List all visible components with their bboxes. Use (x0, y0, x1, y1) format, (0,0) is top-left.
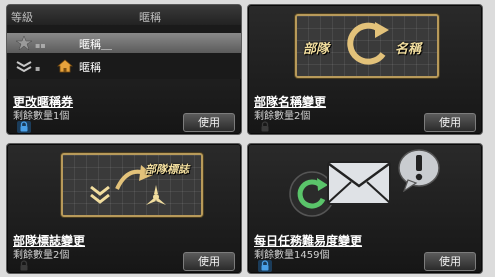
art-label: 部隊標誌 (145, 163, 189, 176)
tri-blade-emblem-icon (146, 185, 166, 205)
art-label-right: 名稱 (395, 42, 422, 57)
table-header: 等級 暱稱 (7, 5, 241, 25)
envelope-icon (327, 161, 391, 205)
squad-name-ticket-art: 部隊 名稱 (295, 14, 439, 78)
use-button[interactable]: 使用 (424, 252, 476, 271)
art-label-left: 部隊 (303, 42, 330, 57)
remaining-count: 剩餘數量1459個 (254, 250, 330, 261)
squad-emblem-change-card: 部隊標誌 部隊標誌變更 剩餘數量2個 使用 (6, 143, 242, 274)
squad-emblem-ticket-art: 部隊標誌 (61, 153, 203, 217)
row-nickname: 暱稱 (79, 61, 101, 74)
squad-name-change-card: 部隊 名稱 部隊名稱變更 剩餘數量2個 使用 (247, 4, 483, 135)
row-nickname: 暱稱＿ (79, 38, 112, 51)
daily-mission-difficulty-card: 每日任務難易度變更 剩餘數量1459個 使用 (247, 143, 483, 274)
lock-icon (20, 260, 28, 271)
chevron-rank-icon (90, 185, 110, 204)
house-icon (57, 59, 73, 73)
lock-icon (258, 260, 272, 272)
remaining-count: 剩餘數量2個 (254, 111, 311, 122)
rotate-arrow-icon (347, 22, 389, 65)
table-row: ▪▪ 暱稱＿ (7, 33, 241, 53)
lock-icon (17, 121, 31, 133)
rank-dots: ▪ (35, 64, 41, 73)
rank-dots: ▪▪ (35, 41, 46, 50)
use-button[interactable]: 使用 (424, 113, 476, 132)
star-icon (16, 36, 32, 50)
nickname-change-card: 等級 暱稱 ▪▪ 暱稱＿ ▪ 暱稱 更改暱稱券 剩餘數量1個 使用 (6, 4, 242, 135)
chevron-rank-icon (16, 61, 32, 73)
header-rank: 等級 (11, 11, 33, 24)
nickname-preview-table: 等級 暱稱 ▪▪ 暱稱＿ ▪ 暱稱 (7, 5, 241, 79)
table-row: ▪ 暱稱 (7, 56, 241, 76)
use-button[interactable]: 使用 (183, 113, 235, 132)
remaining-count: 剩餘數量1個 (13, 111, 70, 122)
exclamation-bubble-icon (398, 149, 440, 192)
header-nickname: 暱稱 (139, 11, 161, 24)
remaining-count: 剩餘數量2個 (13, 250, 70, 261)
use-button[interactable]: 使用 (183, 252, 235, 271)
lock-icon (261, 121, 269, 132)
